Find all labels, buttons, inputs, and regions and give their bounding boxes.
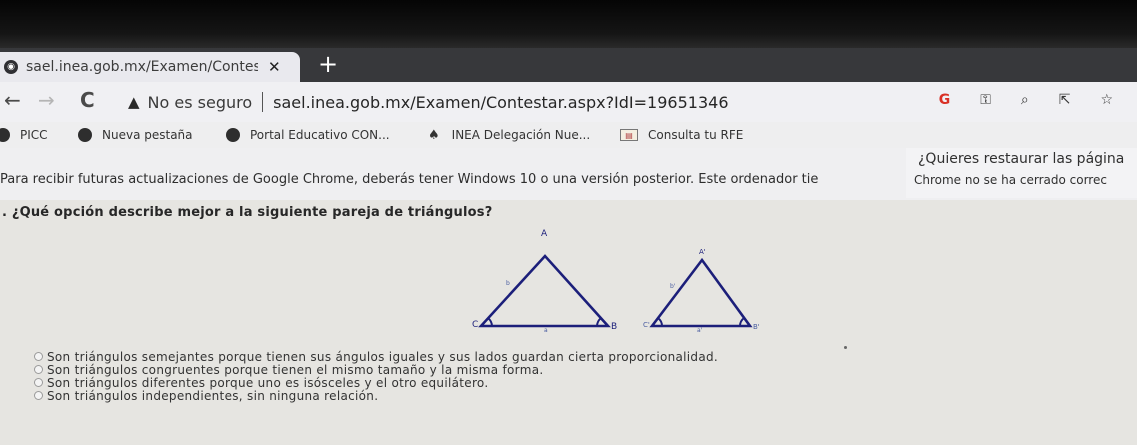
key-icon[interactable]: ⚿ bbox=[980, 92, 991, 108]
browser-toolbar: ← → C ▲ No es seguro sael.inea.gob.mx/Ex… bbox=[0, 82, 1137, 122]
side-b-prime-label: b' bbox=[670, 283, 676, 290]
radio-button[interactable] bbox=[34, 352, 43, 361]
back-icon[interactable]: ← bbox=[4, 88, 21, 112]
document-icon: ▤ bbox=[620, 129, 638, 141]
question-text: . ¿Qué opción describe mejor a la siguie… bbox=[2, 205, 493, 220]
screen-bezel bbox=[0, 0, 1137, 48]
tab-strip: ◉ sael.inea.gob.mx/Examen/Contesta ✕ bbox=[0, 48, 1137, 82]
omnibox-divider bbox=[262, 92, 264, 112]
triangle-abc-prime-shape bbox=[649, 257, 753, 328]
triangle-abc: A C B b a bbox=[472, 229, 617, 334]
restore-title: ¿Quieres restaurar las página bbox=[918, 151, 1125, 167]
warning-icon: ▲ bbox=[128, 93, 140, 111]
exam-page: . ¿Qué opción describe mejor a la siguie… bbox=[0, 200, 1137, 445]
bookmark-picc[interactable]: PICC bbox=[0, 128, 48, 142]
triangle-abc-prime: A' C' B' b' a' bbox=[643, 248, 760, 334]
security-status[interactable]: No es seguro bbox=[148, 93, 253, 112]
option-diferentes[interactable]: Son triángulos diferentes porque uno es … bbox=[34, 375, 718, 390]
restore-subtitle: Chrome no se ha cerrado correc bbox=[914, 173, 1107, 187]
screen-speck bbox=[844, 346, 847, 349]
bookmarks-bar: PICC Nueva pestaña Portal Educativo CON.… bbox=[0, 122, 1137, 148]
option-label: Son triángulos congruentes porque tienen… bbox=[47, 362, 544, 377]
google-icon[interactable]: G bbox=[939, 92, 951, 108]
tab-active[interactable]: ◉ sael.inea.gob.mx/Examen/Contesta ✕ bbox=[0, 52, 300, 82]
bookmark-label: Consulta tu RFE bbox=[648, 128, 744, 142]
vertex-b-prime-label: B' bbox=[753, 323, 760, 331]
option-label: Son triángulos semejantes porque tienen … bbox=[47, 349, 719, 364]
vertex-a-prime-label: A' bbox=[699, 248, 706, 256]
radio-button[interactable] bbox=[34, 378, 43, 387]
vertex-a-label: A bbox=[541, 229, 548, 239]
globe-icon: ◉ bbox=[4, 60, 18, 74]
bookmark-label: INEA Delegación Nue... bbox=[451, 128, 591, 142]
forward-icon[interactable]: → bbox=[38, 88, 55, 112]
zoom-icon[interactable]: ⌕ bbox=[1021, 92, 1029, 108]
side-a-label: a bbox=[544, 327, 548, 334]
toolbar-icons: G ⚿ ⌕ ⇱ ☆ bbox=[939, 92, 1113, 108]
bookmark-portal-educativo[interactable]: Portal Educativo CON... bbox=[226, 128, 390, 142]
vertex-c-label: C bbox=[472, 320, 478, 330]
restore-pages-bubble[interactable]: ¿Quieres restaurar las página Chrome no … bbox=[906, 148, 1137, 198]
bookmark-label: Nueva pestaña bbox=[102, 128, 193, 142]
option-semejantes[interactable]: Son triángulos semejantes porque tienen … bbox=[34, 349, 719, 364]
reload-icon[interactable]: C bbox=[80, 88, 95, 112]
url-text[interactable]: sael.inea.gob.mx/Examen/Contestar.aspx?I… bbox=[273, 93, 728, 112]
new-tab-button[interactable]: + bbox=[318, 52, 338, 76]
pen-icon: ♠ bbox=[428, 127, 440, 143]
radio-button[interactable] bbox=[34, 365, 43, 374]
vertex-b-label: B bbox=[611, 322, 617, 332]
globe-icon bbox=[78, 128, 92, 142]
side-b-label: b bbox=[506, 280, 510, 287]
close-icon[interactable]: ✕ bbox=[268, 58, 281, 76]
share-icon[interactable]: ⇱ bbox=[1059, 92, 1071, 108]
option-congruentes[interactable]: Son triángulos congruentes porque tienen… bbox=[34, 362, 718, 377]
side-a-prime-label: a' bbox=[697, 327, 703, 334]
bookmark-label: PICC bbox=[20, 128, 48, 142]
bookmark-nueva-pestana[interactable]: Nueva pestaña bbox=[78, 128, 193, 142]
triangle-abc-shape bbox=[478, 254, 611, 328]
bookmark-inea-delegacion[interactable]: ♠ INEA Delegación Nue... bbox=[428, 128, 590, 143]
vertex-c-prime-label: C' bbox=[643, 321, 650, 329]
radio-button[interactable] bbox=[34, 391, 43, 400]
tab-title: sael.inea.gob.mx/Examen/Contesta bbox=[26, 59, 258, 75]
answer-options: Son triángulos semejantes porque tienen … bbox=[34, 349, 719, 403]
option-label: Son triángulos diferentes porque uno es … bbox=[47, 375, 489, 390]
triangles-figure: A C B b a A' C' B' b' a' bbox=[472, 229, 760, 334]
bookmark-label: Portal Educativo CON... bbox=[250, 128, 390, 142]
option-label: Son triángulos independientes, sin ningu… bbox=[47, 388, 379, 403]
globe-icon bbox=[226, 128, 240, 142]
bookmark-consulta-rfe[interactable]: ▤ Consulta tu RFE bbox=[620, 128, 743, 142]
option-independientes[interactable]: Son triángulos independientes, sin ningu… bbox=[34, 388, 718, 403]
star-icon[interactable]: ☆ bbox=[1100, 92, 1113, 108]
update-message: Para recibir futuras actualizaciones de … bbox=[0, 172, 819, 187]
globe-icon bbox=[0, 128, 10, 142]
